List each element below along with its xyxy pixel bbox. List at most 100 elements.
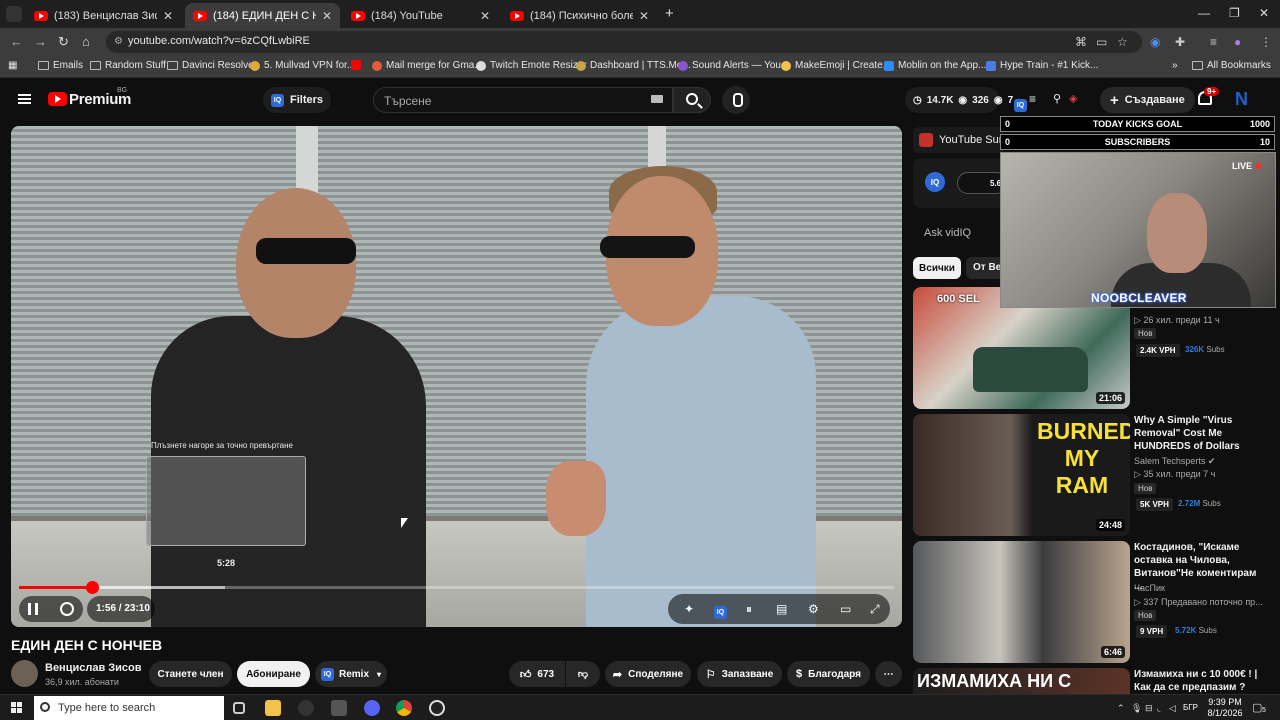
browser-tab-1[interactable]: (183) Венцислав Зисов - YouTube ✕	[26, 3, 181, 28]
app-icon[interactable]	[331, 700, 347, 716]
vidiq-player-icon[interactable]: IQ	[714, 603, 727, 619]
like-button[interactable]: 👍︎ 673	[509, 661, 565, 687]
rec-thumbnail-3[interactable]: 6:46	[913, 541, 1130, 663]
close-tab-icon[interactable]: ✕	[322, 9, 332, 23]
tray-icon[interactable]: ⊟	[1145, 703, 1153, 714]
forward-icon[interactable]: →	[34, 34, 47, 49]
subtitles-icon[interactable]: ▤	[776, 602, 787, 616]
rec-thumbnail-4[interactable]: ИЗМАМИХА НИ С	[913, 668, 1130, 694]
voice-search-icon[interactable]	[722, 86, 750, 114]
bookmark-davinci[interactable]: Davinci Resolve	[167, 60, 254, 71]
settings-gear-icon[interactable]: ⚙	[808, 602, 819, 616]
mic-tray-icon[interactable]: 🎙︎	[1131, 703, 1142, 714]
list-icon[interactable]: ≡	[1029, 92, 1036, 106]
all-bookmarks[interactable]: All Bookmarks	[1192, 60, 1271, 71]
remix-button[interactable]: IQ Remix ▾	[315, 661, 387, 687]
obs-icon[interactable]	[429, 700, 445, 716]
app-icon[interactable]	[298, 700, 314, 716]
tools-icon[interactable]: ⚲	[1053, 92, 1061, 105]
tab-list-icon[interactable]	[6, 6, 22, 22]
extension-icon[interactable]: ◉	[1150, 35, 1160, 49]
new-tab-button[interactable]: +	[665, 5, 674, 22]
tray-overflow-icon[interactable]: ⌃	[1117, 703, 1125, 714]
video-stats-widget[interactable]: ◷ 14.7K ◉ 326 ◉ 7	[905, 87, 1013, 113]
bookmark-star-icon[interactable]: ☆	[1117, 35, 1128, 49]
task-view-icon[interactable]	[233, 702, 245, 714]
chip-from-channel[interactable]: От Венцислав	[966, 257, 1003, 279]
channel-name[interactable]: Венцислав Зисов	[45, 662, 142, 674]
bookmarks-overflow-icon[interactable]: »	[1172, 60, 1178, 71]
create-button[interactable]: + Създаване	[1100, 87, 1195, 113]
notification-center-icon[interactable]: ▢	[1252, 701, 1262, 714]
chrome-icon[interactable]	[396, 700, 412, 716]
hamburger-menu-icon[interactable]	[18, 94, 31, 104]
bookmark-emails[interactable]: Emails	[38, 60, 83, 71]
join-button[interactable]: Станете член	[149, 661, 232, 687]
rec-channel[interactable]: Salem Techsperts ✔	[1134, 456, 1215, 467]
search-input[interactable]: Търсене	[373, 87, 673, 113]
dislike-button[interactable]: 👎︎	[566, 661, 600, 687]
system-clock[interactable]: 9:39 PM 8/1/2026	[1203, 697, 1247, 719]
share-button[interactable]: ➦ Споделяне	[605, 661, 691, 687]
save-button[interactable]: ⚐ Запазване	[697, 661, 782, 687]
close-tab-icon[interactable]: ✕	[480, 9, 490, 23]
rec-channel[interactable]: ЧасПик	[1134, 583, 1165, 593]
fullscreen-icon[interactable]: ⤢	[870, 602, 880, 617]
profile-icon[interactable]: ●	[1234, 35, 1241, 49]
bookmark-tts[interactable]: Dashboard | TTS.Mo...	[576, 60, 691, 71]
bookmark-makeemoji[interactable]: MakeEmoji | Create...	[781, 60, 891, 71]
search-button[interactable]	[673, 87, 711, 113]
thanks-button[interactable]: $ Благодаря	[787, 661, 870, 687]
language-indicator[interactable]: БГР	[1183, 703, 1198, 712]
browser-tab-3[interactable]: (184) YouTube ✕	[343, 3, 498, 28]
taskbar-search-input[interactable]: Type here to search	[34, 696, 224, 720]
more-actions-button[interactable]: ⋯	[875, 661, 902, 687]
youtube-logo-icon[interactable]	[48, 92, 67, 106]
browser-menu-icon[interactable]: ⋮	[1260, 35, 1272, 49]
chip-all[interactable]: Всички	[913, 257, 961, 279]
site-info-icon[interactable]: ⚙	[114, 36, 123, 47]
vidiq-ext-icon[interactable]: IQ	[1014, 94, 1027, 112]
ask-vidiq-input[interactable]: Ask vidIQ	[924, 227, 971, 239]
apps-icon[interactable]: ▦	[8, 60, 17, 71]
alert-icon[interactable]: ◈	[1069, 92, 1077, 105]
reading-list-icon[interactable]: ≡	[1210, 35, 1217, 49]
progress-bar[interactable]	[19, 581, 894, 594]
keyboard-icon[interactable]	[651, 95, 663, 103]
bookmark-twitch-emote[interactable]: Twitch Emote Resizer	[476, 60, 587, 71]
filters-button[interactable]: IQ Filters	[263, 87, 332, 113]
scrubber-handle[interactable]	[86, 581, 100, 594]
restore-icon[interactable]: ❐	[1229, 6, 1240, 20]
back-icon[interactable]: ←	[10, 34, 23, 49]
bookmark-hype-train[interactable]: Hype Train - #1 Kick...	[986, 60, 1098, 71]
browser-tab-4[interactable]: (184) Психично болен тормози ✕	[502, 3, 657, 28]
discord-icon[interactable]	[364, 700, 380, 716]
youtube-summary-panel[interactable]: YouTube Summary	[913, 127, 1003, 153]
close-tab-icon[interactable]: ✕	[639, 9, 649, 23]
install-app-icon[interactable]: ▭	[1096, 35, 1107, 49]
bookmark-youtube[interactable]	[351, 60, 361, 70]
translate-icon[interactable]: ⌘	[1075, 35, 1087, 49]
volume-icon[interactable]	[60, 602, 74, 616]
bookmark-moblin[interactable]: Moblin on the App...	[884, 60, 986, 71]
bookmark-mail-merge[interactable]: Mail merge for Gma...	[372, 60, 483, 71]
browser-tab-2[interactable]: (184) ЕДИН ДЕН С НОНЧЕВ - YouTube ✕	[185, 3, 340, 28]
speaker-icon[interactable]: ◁	[1169, 703, 1176, 714]
autoplay-toggle-icon[interactable]: ⏸	[746, 602, 752, 617]
bookmark-sound-alerts[interactable]: Sound Alerts — You...	[678, 60, 789, 71]
bookmark-random-stuff[interactable]: Random Stuff	[90, 60, 166, 71]
account-avatar[interactable]: N	[1235, 89, 1248, 110]
windows-start-icon[interactable]	[11, 702, 22, 713]
extensions-puzzle-icon[interactable]: ✚	[1175, 35, 1185, 49]
rec-title[interactable]: Измамиха ни с 10 000€ ! | Как да се пред…	[1134, 668, 1258, 694]
channel-avatar[interactable]	[11, 660, 38, 687]
wifi-icon[interactable]: ◟	[1157, 703, 1161, 714]
pause-icon[interactable]	[28, 603, 38, 615]
address-bar[interactable]: ⚙ youtube.com/watch?v=6zCQfLwbiRE	[106, 31, 1142, 53]
home-icon[interactable]: ⌂	[82, 34, 90, 49]
close-tab-icon[interactable]: ✕	[163, 9, 173, 23]
ask-ai-icon[interactable]: ✦	[684, 602, 694, 616]
reload-icon[interactable]: ↻	[58, 34, 69, 50]
rec-thumbnail-2[interactable]: BURNED MY RAM 24:48	[913, 414, 1130, 536]
minimize-icon[interactable]: —	[1198, 6, 1210, 20]
